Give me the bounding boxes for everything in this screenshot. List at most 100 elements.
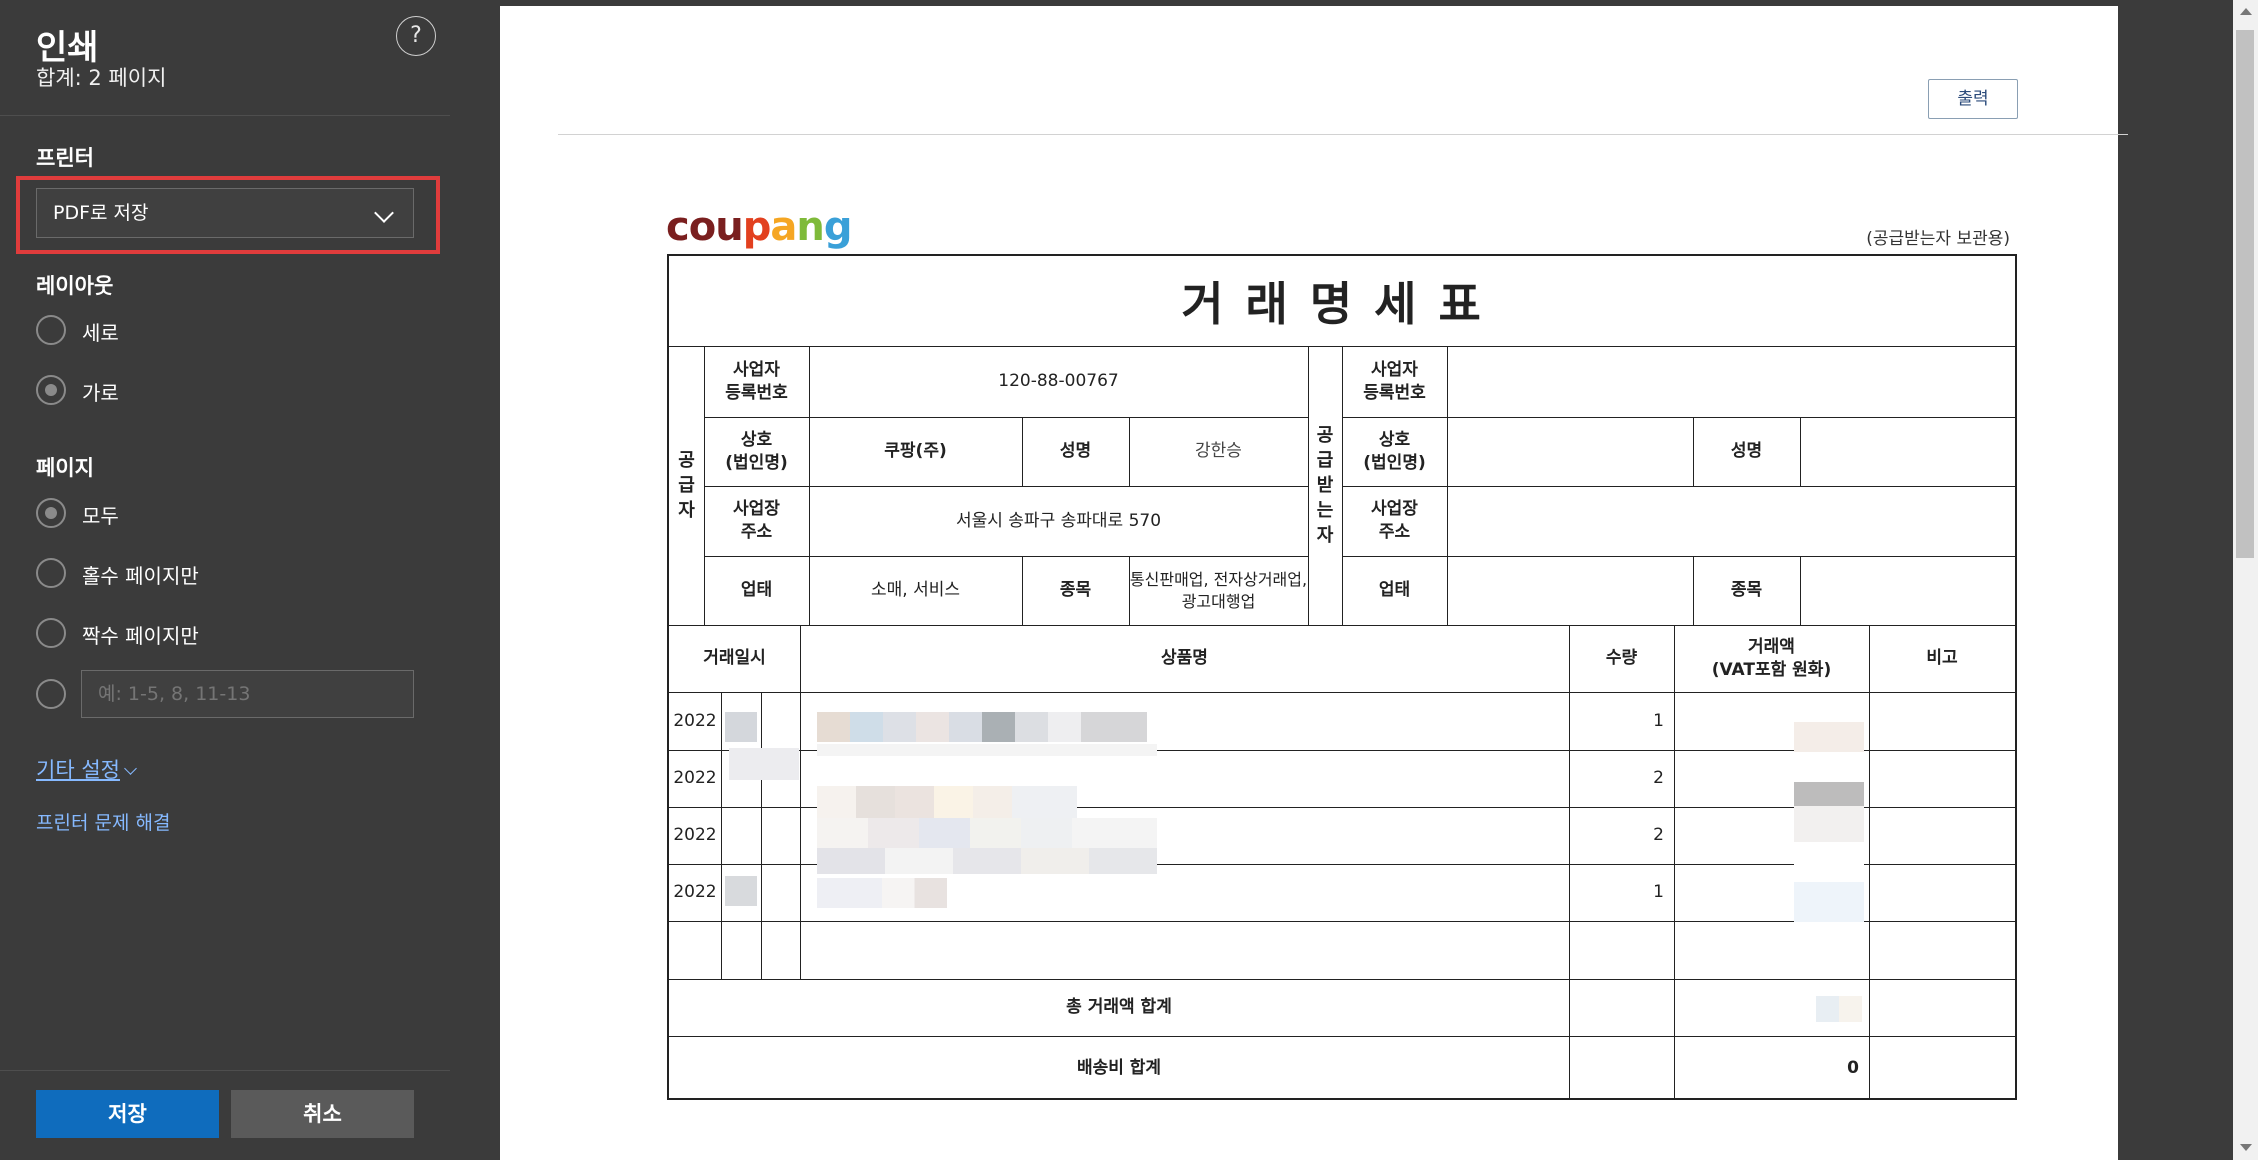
- save-button[interactable]: 저장: [36, 1090, 219, 1138]
- redacted-mosaic: [725, 876, 757, 906]
- doc-title: 거래명세표: [1181, 277, 1503, 331]
- layout-portrait-label[interactable]: 세로: [82, 317, 119, 346]
- redacted-mosaic: [817, 712, 1147, 742]
- redacted-mosaic: [1794, 722, 1864, 922]
- row-date: 2022: [673, 710, 717, 731]
- layout-landscape-radio[interactable]: [36, 375, 66, 405]
- label-biz-type: 업태: [1378, 580, 1411, 601]
- supplier-biz-item: 통신판매업, 전자상거래업, 광고대행업: [1129, 569, 1308, 611]
- redacted-mosaic: [725, 712, 757, 742]
- pages-odd-radio[interactable]: [36, 558, 66, 588]
- header-date: 거래일시: [703, 648, 766, 669]
- supplier-side-label: 공급자: [669, 346, 704, 625]
- redacted-mosaic: [1816, 996, 1862, 1022]
- redacted-mosaic: [729, 748, 799, 780]
- logo-letter: u: [715, 204, 744, 250]
- print-preview: 출력 coupang (공급받는자 보관용) 거래명세표 공 급 자 공 급 받…: [450, 0, 2258, 1160]
- layout-label: 레이아웃: [36, 274, 114, 298]
- more-settings-label: 기타 설정: [36, 758, 120, 782]
- supplier-reg-no: 120-88-00767: [998, 371, 1119, 392]
- redacted-mosaic: [817, 848, 1157, 874]
- row-qty: 2: [1653, 825, 1664, 846]
- vertical-char: 공: [678, 449, 695, 471]
- print-sidebar: 인쇄 합계: 2 페이지 ? 프린터 PDF로 저장 레이아웃 세로 가로 페이…: [0, 0, 450, 1160]
- chevron-down-icon: [124, 762, 137, 775]
- scroll-up-icon[interactable]: [2240, 8, 2252, 15]
- label-name: 성명: [1730, 441, 1763, 462]
- print-output-button[interactable]: 출력: [1928, 79, 2018, 119]
- row-date: 2022: [673, 882, 717, 903]
- label-biz-type: 업태: [740, 580, 773, 601]
- preview-page: 출력 coupang (공급받는자 보관용) 거래명세표 공 급 자 공 급 받…: [500, 6, 2128, 1160]
- divider: [0, 1070, 450, 1071]
- logo-letter: o: [688, 204, 717, 250]
- row-qty: 1: [1653, 710, 1664, 731]
- scrollbar-thumb[interactable]: [2236, 30, 2254, 558]
- header-product: 상품명: [1161, 648, 1208, 669]
- cancel-button[interactable]: 취소: [231, 1090, 414, 1138]
- layout-portrait-radio[interactable]: [36, 315, 66, 345]
- vertical-char: 급: [678, 474, 695, 496]
- divider: [0, 115, 450, 116]
- label-name: 성명: [1059, 441, 1092, 462]
- shipping-value: 0: [1847, 1057, 1859, 1078]
- label-reg-no: 사업자 등록번호: [725, 359, 788, 403]
- redacted-mosaic: [817, 786, 1077, 818]
- logo-letter: p: [742, 204, 772, 250]
- supplier-name: 강한승: [1195, 441, 1242, 462]
- header-qty: 수량: [1605, 648, 1638, 669]
- printer-select[interactable]: PDF로 저장: [36, 188, 414, 238]
- header-note: 비고: [1926, 648, 1958, 669]
- pages-label: 페이지: [36, 456, 94, 480]
- vertical-char: 받: [1316, 474, 1334, 496]
- vertical-char: 공: [1316, 424, 1334, 446]
- vertical-char: 자: [1316, 525, 1334, 547]
- chevron-down-icon: [374, 203, 394, 223]
- logo-letter: c: [666, 204, 690, 250]
- header-amount: 거래액 (VAT포함 원화): [1711, 636, 1832, 680]
- vertical-char: 자: [678, 500, 695, 522]
- row-qty: 1: [1653, 882, 1664, 903]
- copy-note: (공급받는자 보관용): [1866, 229, 2010, 249]
- coupang-logo: coupang: [666, 204, 853, 250]
- pages-all-label[interactable]: 모두: [82, 500, 119, 529]
- logo-letter: a: [770, 204, 797, 250]
- page-total: 합계: 2 페이지: [36, 66, 167, 90]
- total-label: 총 거래액 합계: [1066, 997, 1172, 1018]
- scroll-down-icon[interactable]: [2240, 1144, 2252, 1151]
- redacted-mosaic: [817, 744, 1157, 756]
- redacted-mosaic: [817, 818, 1157, 848]
- redacted-mosaic: [817, 878, 947, 908]
- row-date: 2022: [673, 768, 717, 789]
- logo-letter: g: [823, 204, 853, 250]
- vertical-char: 급: [1316, 449, 1334, 471]
- shipping-label: 배송비 합계: [1076, 1057, 1162, 1078]
- divider: [558, 134, 2128, 135]
- pages-odd-label[interactable]: 홀수 페이지만: [82, 560, 199, 589]
- label-biz-item: 종목: [1059, 580, 1092, 601]
- label-company: 상호 (법인명): [725, 429, 788, 473]
- pages-even-label[interactable]: 짝수 페이지만: [82, 620, 199, 649]
- label-biz-item: 종목: [1730, 580, 1763, 601]
- more-settings-link[interactable]: 기타 설정: [36, 754, 137, 784]
- pages-custom-radio[interactable]: [36, 679, 66, 709]
- label-reg-no: 사업자 등록번호: [1363, 359, 1426, 403]
- vertical-char: 는: [1316, 500, 1334, 522]
- printer-label: 프린터: [36, 146, 94, 170]
- supplier-company: 쿠팡(주): [884, 441, 947, 462]
- row-qty: 2: [1653, 768, 1664, 789]
- page-range-input[interactable]: [81, 670, 414, 718]
- help-icon[interactable]: ?: [396, 16, 436, 56]
- layout-landscape-label[interactable]: 가로: [82, 377, 119, 406]
- supplier-biz-type: 소매, 서비스: [870, 580, 960, 601]
- printer-select-value: PDF로 저장: [53, 202, 149, 224]
- logo-letter: n: [796, 204, 825, 250]
- pages-all-radio[interactable]: [36, 498, 66, 528]
- label-company: 상호 (법인명): [1363, 429, 1426, 473]
- printer-troubleshoot-link[interactable]: 프린터 문제 해결: [36, 808, 170, 835]
- label-address: 사업장 주소: [1371, 499, 1418, 542]
- receiver-side-label: 공급받는자: [1308, 346, 1342, 625]
- label-address: 사업장 주소: [733, 499, 780, 542]
- pages-even-radio[interactable]: [36, 618, 66, 648]
- supplier-address: 서울시 송파구 송파대로 570: [955, 510, 1162, 531]
